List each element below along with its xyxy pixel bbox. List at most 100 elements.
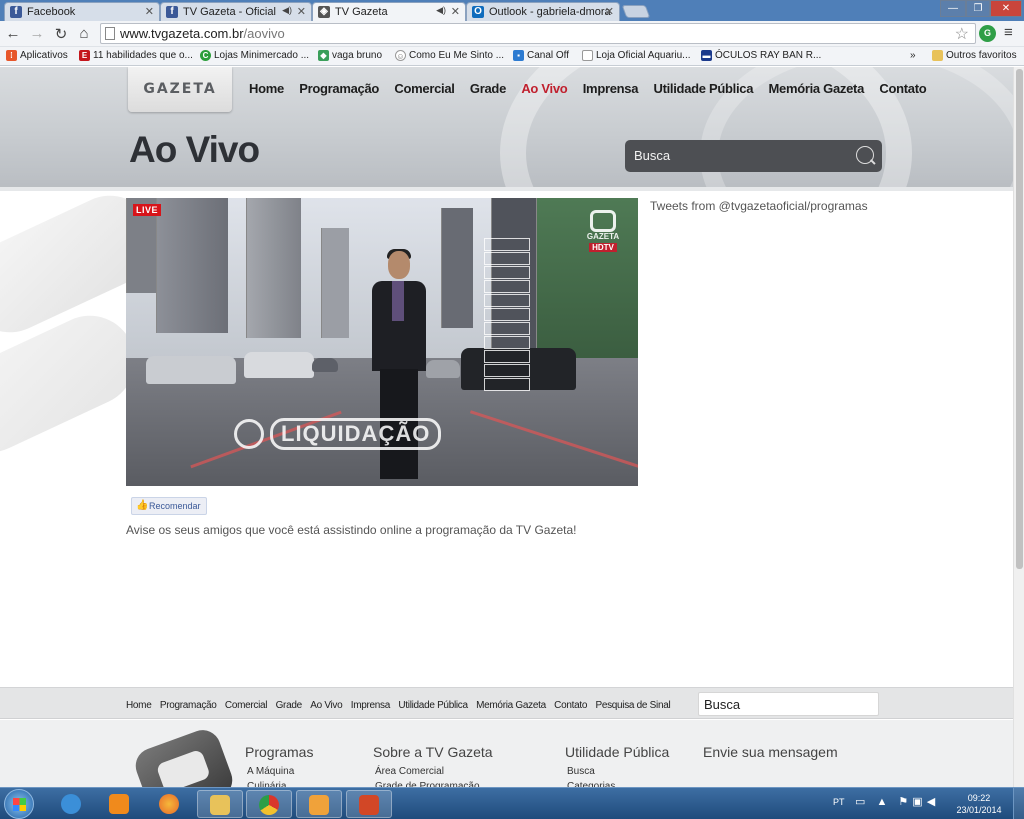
tweets-link[interactable]: Tweets from @tvgazetaoficial/programas [650,199,868,213]
close-icon[interactable]: ✕ [297,5,306,18]
tab-tv-gazeta[interactable]: ◈ TV Gazeta ◀) ✕ [312,2,466,22]
taskbar-chrome[interactable] [246,790,292,818]
nav-imprensa[interactable]: Imprensa [583,81,639,96]
network-icon[interactable]: ▣ [912,796,926,808]
footer-link[interactable]: Utilidade Pública [398,700,468,711]
page-scrollbar[interactable] [1013,67,1024,787]
search-icon[interactable] [856,146,874,164]
footer-link[interactable]: Culinária [247,779,313,787]
keyboard-icon[interactable]: ▭ [855,796,869,808]
firefox-icon [159,794,179,814]
bookmark-item[interactable]: ▬ ÓCULOS RAY BAN R... [701,50,821,61]
tab-title: Outlook - gabriela-dmora [489,6,611,18]
tab-outlook[interactable]: O Outlook - gabriela-dmora ✕ [466,2,620,21]
brand-ring-icon [234,419,264,449]
start-button[interactable] [4,789,34,819]
volume-icon[interactable]: ◀ [927,796,939,808]
site-logo[interactable]: GAZETA [128,67,232,112]
maximize-button[interactable]: ❐ [966,0,990,17]
footer-search-input[interactable]: Busca [698,692,879,716]
bookmark-item[interactable]: ☺ Como Eu Me Sinto ... [395,50,504,61]
new-tab-button[interactable] [621,5,651,18]
nav-programacao[interactable]: Programação [299,81,379,96]
presenter-shirt [392,281,404,321]
footer-link[interactable]: Grade de Programação [375,779,493,787]
page-icon [105,27,115,40]
footer-link[interactable]: Comercial [225,700,268,711]
bookmark-star-icon[interactable]: ☆ [955,24,969,44]
address-bar[interactable]: www.tvgazeta.com.br/aovivo ☆ [100,23,976,44]
show-hidden-icons[interactable]: ▲ [876,796,891,808]
footer-link[interactable]: Busca [567,764,669,779]
back-button[interactable]: ← [4,25,22,42]
bookmark-item[interactable]: C Lojas Minimercado ... [200,50,309,61]
nav-grade[interactable]: Grade [470,81,506,96]
footer-column-programas: Programas A Máquina Culinária [245,744,313,787]
close-window-button[interactable]: ✕ [990,0,1022,17]
taskbar-media-player[interactable] [96,790,142,818]
scrollbar-thumb[interactable] [1016,69,1023,569]
taskbar-outlook[interactable] [296,790,342,818]
footer-link[interactable]: Pesquisa de Sinal [595,700,670,711]
bookmark-apps[interactable]: ⁞ Aplicativos [6,50,68,61]
footer-link[interactable]: Memória Gazeta [476,700,546,711]
tab-facebook[interactable]: f Facebook ✕ [4,2,160,21]
footer-column-sobre: Sobre a TV Gazeta Área Comercial Grade d… [373,744,493,787]
recommend-button[interactable]: 👍 Recomendar [131,497,207,515]
footer-link[interactable]: Imprensa [351,700,391,711]
language-indicator[interactable]: PT [833,797,845,807]
video-graphic-overlay [484,238,530,403]
nav-contato[interactable]: Contato [879,81,926,96]
minimize-button[interactable]: — [940,0,966,17]
live-video-player[interactable]: LIQUIDAÇÃO GAZETA HDTV LIVE [126,198,638,486]
other-bookmarks-folder[interactable]: Outros favoritos [932,50,1017,61]
nav-ao-vivo[interactable]: Ao Vivo [521,81,567,96]
tab-tv-gazeta-oficial[interactable]: f TV Gazeta - Oficial ◀) ✕ [160,2,312,21]
search-input[interactable]: Busca [625,140,882,172]
nav-comercial[interactable]: Comercial [394,81,454,96]
smile-icon: ☺ [395,50,406,61]
forward-button[interactable]: → [28,25,46,42]
close-icon[interactable]: ✕ [605,5,614,18]
footer-link[interactable]: Contato [554,700,587,711]
tab-title: Facebook [27,6,76,18]
extension-icon[interactable]: G [979,25,996,42]
reload-button[interactable]: ↻ [52,25,70,43]
nav-memoria-gazeta[interactable]: Memória Gazeta [769,81,865,96]
nav-utilidade-publica[interactable]: Utilidade Pública [654,81,754,96]
footer-link[interactable]: Categorias [567,779,669,787]
footer-link[interactable]: Home [126,700,152,711]
footer-link[interactable]: Ao Vivo [310,700,342,711]
flag-icon[interactable]: ⚑ [898,796,912,808]
gazeta-footer-logo-icon [130,725,238,787]
bookmark-item[interactable]: E 11 habilidades que o... [79,50,193,61]
taskbar-internet-explorer[interactable] [48,790,94,818]
diamond-icon: ◆ [318,50,329,61]
bookmark-item[interactable]: ▪ Canal Off [513,50,569,61]
system-tray[interactable]: ▭ ▲ ⚑▣◀ [855,795,939,808]
bookmarks-overflow-button[interactable]: » [910,50,916,61]
bookmark-item[interactable]: Loja Oficial Aquariu... [582,50,691,61]
footer-link[interactable]: A Máquina [247,764,313,779]
taskbar-firefox[interactable] [146,790,192,818]
footer-link[interactable]: Área Comercial [375,764,493,779]
close-icon[interactable]: ✕ [451,5,460,18]
footer-heading[interactable]: Envie sua mensagem [703,744,838,760]
footer-link[interactable]: Programação [160,700,217,711]
car [244,352,314,378]
show-desktop-button[interactable] [1013,788,1024,819]
home-button[interactable]: ⌂ [75,25,93,42]
menu-icon[interactable]: ≡ [1004,24,1013,41]
tab-strip: f Facebook ✕ f TV Gazeta - Oficial ◀) ✕ … [0,0,1024,22]
taskbar-powerpoint[interactable] [346,790,392,818]
bookmark-item[interactable]: ◆ vaga bruno [318,50,382,61]
footer-link[interactable]: Grade [276,700,303,711]
system-clock[interactable]: 09:22 23/01/2014 [948,792,1010,816]
outlook-icon [309,795,329,815]
page-icon [582,50,593,61]
taskbar-file-explorer[interactable] [197,790,243,818]
folder-icon [210,795,230,815]
nav-home[interactable]: Home [249,81,284,96]
powerpoint-icon [359,795,379,815]
close-icon[interactable]: ✕ [145,5,154,18]
